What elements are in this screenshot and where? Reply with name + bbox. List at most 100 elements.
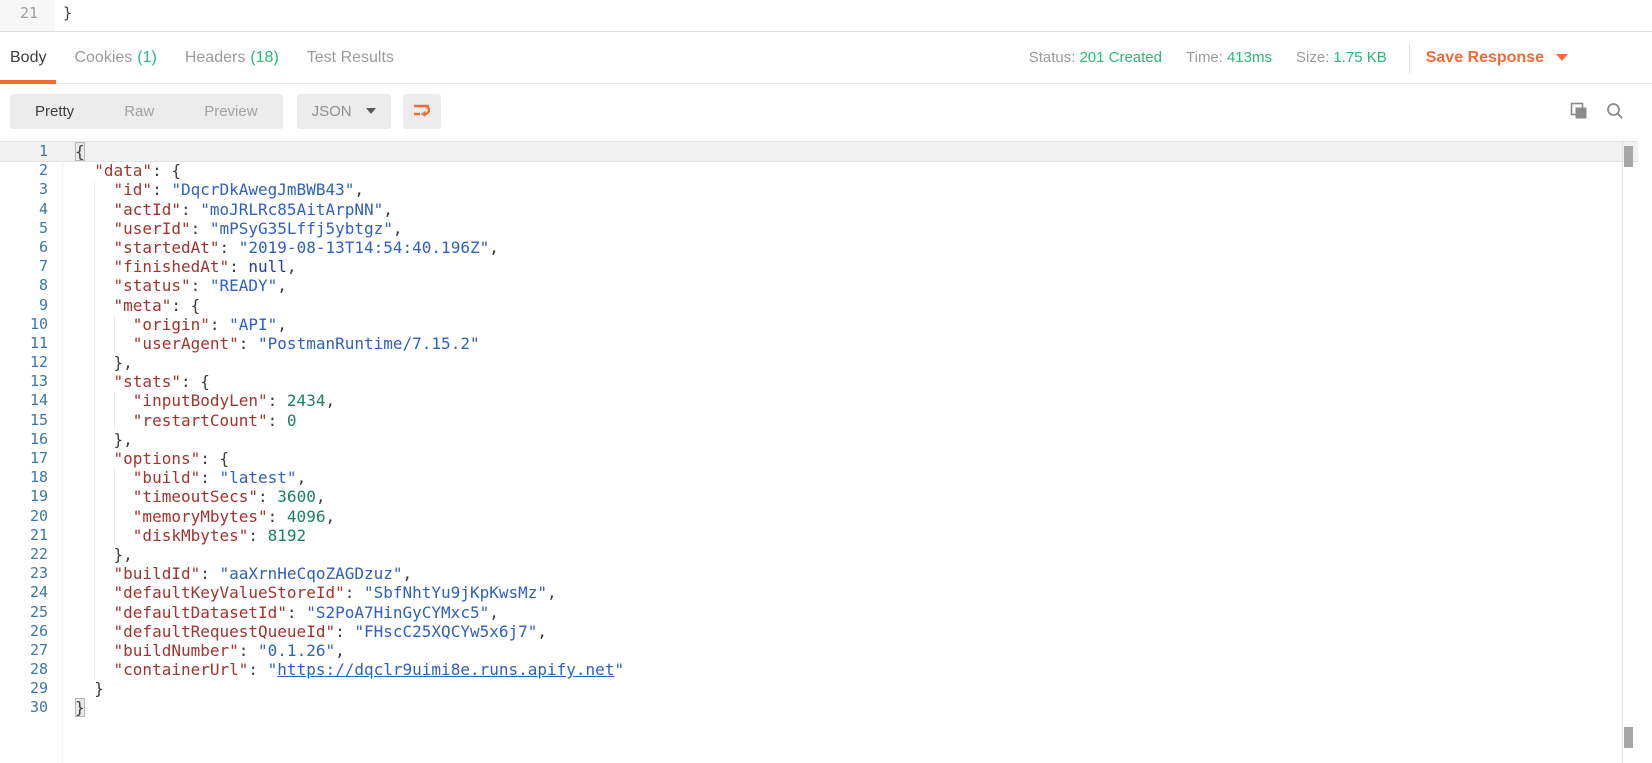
editor-code-line[interactable]: } [55, 0, 1652, 31]
status-label: Status: [1029, 49, 1076, 66]
response-meta: Status:201 Created Time:413ms Size:1.75 … [1029, 43, 1652, 73]
indent-guide [94, 430, 95, 449]
request-body-editor[interactable]: 21 } [0, 0, 1652, 32]
code-text: "containerUrl": "https://dqclr9uimi8e.ru… [48, 660, 1638, 679]
save-response-label: Save Response [1426, 49, 1544, 67]
line-number: 7 [0, 257, 48, 276]
line-number: 29 [0, 679, 48, 698]
code-text: "origin": "API", [48, 315, 1638, 334]
code-text: "memoryMbytes": 4096, [48, 507, 1638, 526]
response-tab-headers[interactable]: Headers (18) [175, 32, 289, 83]
code-text: "restartCount": 0 [48, 411, 1638, 430]
status-value: 201 Created [1079, 49, 1162, 66]
line-number: 17 [0, 449, 48, 468]
view-toggle-preview[interactable]: Preview [179, 94, 282, 129]
code-line: 29 } [0, 679, 1638, 698]
line-number: 15 [0, 411, 48, 430]
page-scrollbar-thumb[interactable] [1624, 727, 1633, 748]
indent-guide [114, 468, 115, 487]
line-number: 13 [0, 372, 48, 391]
gutter-divider [62, 140, 63, 763]
indent-guide [94, 564, 95, 583]
indent-guide [114, 526, 115, 545]
indent-guide [94, 315, 95, 334]
code-line: 24 "defaultKeyValueStoreId": "SbfNhtYu9j… [0, 583, 1638, 602]
indent-guide [114, 315, 115, 334]
tab-label: Headers [185, 49, 245, 67]
line-number: 22 [0, 545, 48, 564]
line-number: 5 [0, 219, 48, 238]
line-number: 14 [0, 391, 48, 410]
view-mode-switch: PrettyRawPreview [10, 94, 283, 129]
indent-guide [114, 391, 115, 410]
indent-guide [114, 334, 115, 353]
code-line: 8 "status": "READY", [0, 276, 1638, 295]
copy-button[interactable] [1568, 100, 1590, 122]
code-text: }, [48, 353, 1638, 372]
line-number: 1 [0, 142, 48, 161]
code-line: 28 "containerUrl": "https://dqclr9uimi8e… [0, 660, 1638, 679]
line-number: 18 [0, 468, 48, 487]
code-line: 15 "restartCount": 0 [0, 411, 1638, 430]
response-tab-test-results[interactable]: Test Results [297, 32, 404, 83]
code-line: 6 "startedAt": "2019-08-13T14:54:40.196Z… [0, 238, 1638, 257]
code-line: 2 "data": { [0, 161, 1638, 180]
tab-count-badge: (1) [137, 49, 157, 67]
code-text: "data": { [48, 161, 1638, 180]
indent-guide [94, 583, 95, 602]
search-icon [1605, 101, 1625, 121]
view-toggle-raw[interactable]: Raw [99, 94, 179, 129]
size-label: Size: [1296, 49, 1329, 66]
indent-guide [94, 180, 95, 199]
tab-label: Body [10, 49, 46, 67]
line-number: 30 [0, 698, 48, 717]
indent-guide [94, 372, 95, 391]
format-dropdown-value: JSON [312, 103, 352, 120]
response-tab-body[interactable]: Body [0, 32, 56, 83]
code-text: "buildNumber": "0.1.26", [48, 641, 1638, 660]
code-line: 18 "build": "latest", [0, 468, 1638, 487]
response-body-viewer[interactable]: 1{2 "data": {3 "id": "DqcrDkAwegJmBWB43"… [0, 140, 1652, 763]
line-number: 8 [0, 276, 48, 295]
indent-guide [94, 257, 95, 276]
indent-guide [94, 526, 95, 545]
code-text: "id": "DqcrDkAwegJmBWB43", [48, 180, 1638, 199]
code-line: 20 "memoryMbytes": 4096, [0, 507, 1638, 526]
indent-guide [94, 468, 95, 487]
search-button[interactable] [1604, 100, 1626, 122]
response-tab-cookies[interactable]: Cookies(1) [64, 32, 166, 83]
code-text: "options": { [48, 449, 1638, 468]
line-number: 26 [0, 622, 48, 641]
scrollbar-track [1622, 140, 1623, 763]
copy-icon [1569, 101, 1589, 121]
indent-guide [94, 660, 95, 679]
code-line: 7 "finishedAt": null, [0, 257, 1638, 276]
size-pair: Size:1.75 KB [1296, 49, 1387, 66]
line-number: 11 [0, 334, 48, 353]
container-url-link[interactable]: https://dqclr9uimi8e.runs.apify.net [277, 660, 614, 679]
editor-line-number: 21 [0, 0, 55, 31]
indent-guide [94, 276, 95, 295]
time-value: 413ms [1227, 49, 1272, 66]
save-response-button[interactable]: Save Response [1426, 49, 1568, 67]
code-text: "timeoutSecs": 3600, [48, 487, 1638, 506]
size-value: 1.75 KB [1333, 49, 1386, 66]
code-line: 10 "origin": "API", [0, 315, 1638, 334]
line-number: 16 [0, 430, 48, 449]
line-number: 21 [0, 526, 48, 545]
code-line: 23 "buildId": "aaXrnHeCqoZAGDzuz", [0, 564, 1638, 583]
format-dropdown[interactable]: JSON [297, 94, 391, 129]
code-line: 30} [0, 698, 1638, 717]
wrap-text-button[interactable] [403, 94, 441, 129]
indent-guide [94, 200, 95, 219]
body-scrollbar-thumb[interactable] [1624, 146, 1633, 167]
view-toggle-pretty[interactable]: Pretty [10, 94, 99, 129]
code-line: 4 "actId": "moJRLRc85AitArpNN", [0, 200, 1638, 219]
indent-guide [94, 545, 95, 564]
code-text: "stats": { [48, 372, 1638, 391]
line-number: 10 [0, 315, 48, 334]
code-line: 25 "defaultDatasetId": "S2PoA7HinGyCYMxc… [0, 603, 1638, 622]
code-line: 16 }, [0, 430, 1638, 449]
tab-count-badge: (18) [250, 49, 278, 67]
code-text: }, [48, 545, 1638, 564]
